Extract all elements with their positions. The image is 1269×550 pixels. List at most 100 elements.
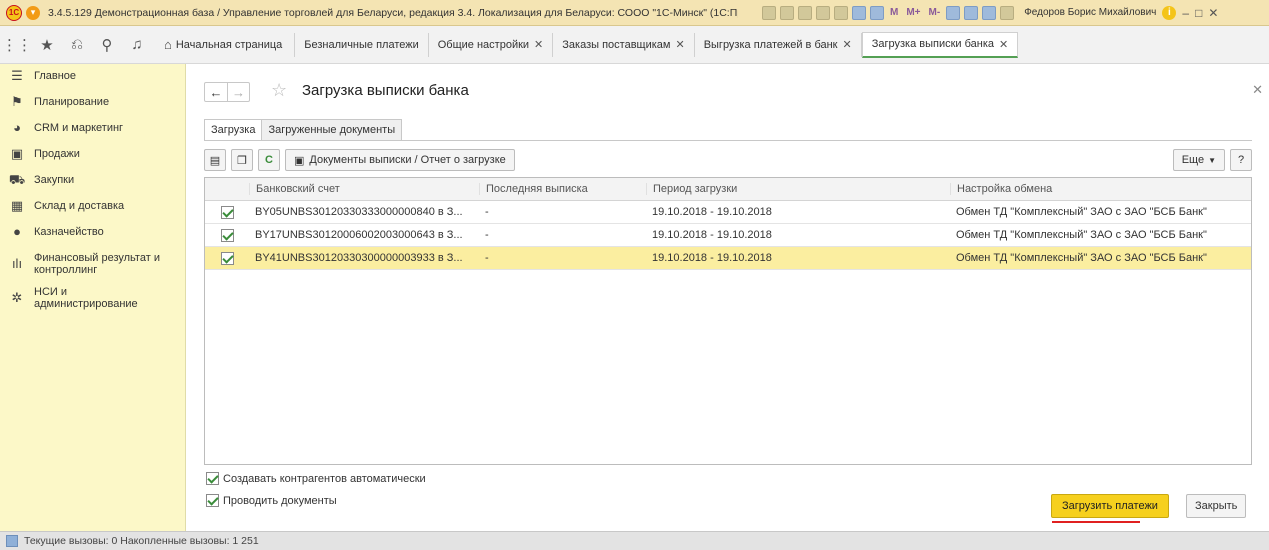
tabs-divider (204, 140, 1252, 141)
table-row[interactable]: BY05UNBS30120330333000000840 в З... - 19… (205, 201, 1251, 224)
column-header[interactable]: Настройка обмена (950, 183, 1250, 195)
sidebar-item-admin[interactable]: ✲ НСИ и администрирование (0, 280, 185, 314)
sections-grid-icon[interactable]: ⋮⋮ (2, 32, 32, 58)
history-icon[interactable]: ⎌ (64, 32, 90, 58)
sidebar-item-finance[interactable]: ılı Финансовый результат и контроллинг (0, 246, 185, 280)
copy-icon[interactable] (834, 5, 848, 20)
close-form-icon[interactable]: ✕ (1252, 82, 1263, 98)
panel-icon[interactable] (982, 5, 997, 20)
tab-payments-export[interactable]: Выгрузка платежей в банк ✕ (695, 32, 862, 57)
cart-icon: ⛟ (8, 172, 26, 187)
row-checkbox[interactable] (220, 251, 234, 265)
crm-icon: ◕ (13, 120, 21, 135)
row-checkbox[interactable] (220, 205, 234, 219)
post-documents-checkbox[interactable] (206, 494, 219, 507)
highlight-underline (1052, 521, 1140, 523)
sidebar-item-sales[interactable]: ▣ Продажи (0, 142, 185, 168)
info-icon[interactable]: i (1162, 5, 1177, 20)
cell-exchange-setting: Обмен ТД "Комплексный" ЗАО с ЗАО "БСБ Ба… (956, 252, 1207, 264)
navigation-bar: ⋮⋮ ★ ⎌ ⚲ ♫ ⌂ Начальная страница Безналич… (0, 26, 1269, 64)
sidebar-item-purchases[interactable]: ⛟ Закупки (0, 168, 185, 194)
current-user[interactable]: Федоров Борис Михайлович (1024, 7, 1156, 18)
close-window-icon[interactable]: ✕ (1208, 6, 1218, 20)
close-tab-icon[interactable]: ✕ (534, 38, 543, 51)
copy-button[interactable]: ❐ (231, 149, 253, 171)
functions-icon[interactable] (1000, 5, 1015, 20)
tab-supplier-orders[interactable]: Заказы поставщикам ✕ (553, 32, 695, 57)
column-header[interactable]: Период загрузки (646, 183, 950, 195)
close-tab-icon[interactable]: ✕ (843, 38, 852, 51)
notifications-bell-icon[interactable]: ♫ (124, 32, 150, 58)
back-arrow-icon[interactable]: ← (205, 83, 227, 101)
more-button[interactable]: Еще ▼ (1172, 149, 1225, 171)
calculator-icon[interactable] (852, 5, 866, 20)
tab-loaded-documents[interactable]: Загруженные документы (261, 119, 403, 141)
sidebar-item-label: НСИ и администрирование (34, 286, 138, 310)
create-counterparties-checkbox[interactable] (206, 472, 219, 485)
sections-sidebar: ☰ Главное ⚑ Планирование ◕ CRM и маркети… (0, 64, 186, 531)
sidebar-item-label: Склад и доставка (34, 200, 125, 212)
option-label: Проводить документы (223, 494, 337, 507)
help-button[interactable]: ? (1230, 149, 1252, 171)
option-post-documents[interactable]: Проводить документы (206, 494, 337, 507)
tab-general-settings[interactable]: Общие настройки ✕ (429, 32, 554, 57)
close-tab-icon[interactable]: ✕ (675, 38, 684, 51)
document-icon: ▣ (294, 154, 305, 167)
gear-icon: ✲ (11, 290, 23, 305)
tab-bank-statement-import[interactable]: Загрузка выписки банка ✕ (861, 31, 1019, 58)
search-icon[interactable]: ⚲ (94, 32, 120, 58)
form-tabs: Загрузка Загруженные документы (204, 119, 403, 141)
minimize-icon[interactable]: – (1182, 6, 1189, 20)
window-icon[interactable] (964, 5, 979, 20)
column-header[interactable]: Банковский счет (249, 183, 479, 195)
sidebar-item-warehouse[interactable]: ▦ Склад и доставка (0, 194, 185, 220)
cell-period: 19.10.2018 - 19.10.2018 (652, 229, 772, 241)
status-bar: Текущие вызовы: 0 Накопленные вызовы: 1 … (0, 531, 1269, 550)
save-icon[interactable] (762, 5, 776, 20)
server-calls-icon (6, 535, 18, 547)
forward-arrow-icon[interactable]: → (227, 83, 249, 101)
sidebar-item-main[interactable]: ☰ Главное (0, 64, 185, 90)
zoom-icon[interactable] (946, 5, 961, 20)
row-check (205, 205, 249, 219)
cell-period: 19.10.2018 - 19.10.2018 (652, 252, 772, 264)
tab-cashless-payments[interactable]: Безналичные платежи (295, 32, 429, 57)
cell-exchange-setting: Обмен ТД "Комплексный" ЗАО с ЗАО "БСБ Ба… (956, 229, 1207, 241)
print-icon[interactable] (780, 5, 794, 20)
select-all-button[interactable]: ▤ (204, 149, 226, 171)
preview-icon[interactable] (798, 5, 812, 20)
table-row[interactable]: BY41UNBS30120330300000003933 в З... - 19… (205, 247, 1251, 270)
tab-label: Выгрузка платежей в банк (703, 38, 838, 51)
row-check (205, 251, 249, 265)
sidebar-item-planning[interactable]: ⚑ Планирование (0, 90, 185, 116)
favorites-star-icon[interactable]: ★ (34, 32, 60, 58)
table-row[interactable]: BY17UNBS30120006002003000643 в З... - 19… (205, 224, 1251, 247)
close-button[interactable]: Закрыть (1186, 494, 1247, 518)
memory-m-button[interactable]: M (888, 7, 900, 18)
load-payments-button[interactable]: Загрузить платежи (1051, 494, 1169, 518)
calendar-icon[interactable] (870, 5, 884, 20)
sidebar-item-label: Казначейство (34, 226, 104, 238)
sidebar-item-crm[interactable]: ◕ CRM и маркетинг (0, 116, 185, 142)
sidebar-item-treasury[interactable]: ● Казначейство (0, 220, 185, 246)
tab-load[interactable]: Загрузка (204, 119, 263, 141)
tab-home[interactable]: ⌂ Начальная страница (164, 32, 296, 57)
memory-plus-button[interactable]: M+ (904, 7, 922, 18)
link-icon[interactable] (816, 5, 830, 20)
main-menu-icon[interactable]: ▾ (26, 5, 40, 20)
maximize-icon[interactable]: □ (1195, 6, 1202, 20)
menu-icon: ☰ (11, 68, 23, 83)
close-tab-icon[interactable]: ✕ (999, 38, 1008, 51)
column-header[interactable]: Последняя выписка (479, 183, 646, 195)
option-create-counterparties[interactable]: Создавать контрагентов автоматически (206, 472, 426, 485)
favorite-star-icon[interactable]: ☆ (271, 80, 287, 101)
memory-minus-button[interactable]: M- (927, 7, 943, 18)
row-checkbox[interactable] (220, 228, 234, 242)
documents-report-button[interactable]: ▣ Документы выписки / Отчет о загрузке (285, 149, 515, 171)
cell-account: BY17UNBS30120006002003000643 в З... (255, 229, 463, 241)
tab-label: Заказы поставщикам (562, 38, 671, 51)
warehouse-icon: ▦ (10, 198, 24, 213)
documents-report-label: Документы выписки / Отчет о загрузке (309, 154, 506, 166)
refresh-button[interactable]: C (258, 149, 280, 171)
sidebar-item-label: Продажи (34, 148, 80, 160)
